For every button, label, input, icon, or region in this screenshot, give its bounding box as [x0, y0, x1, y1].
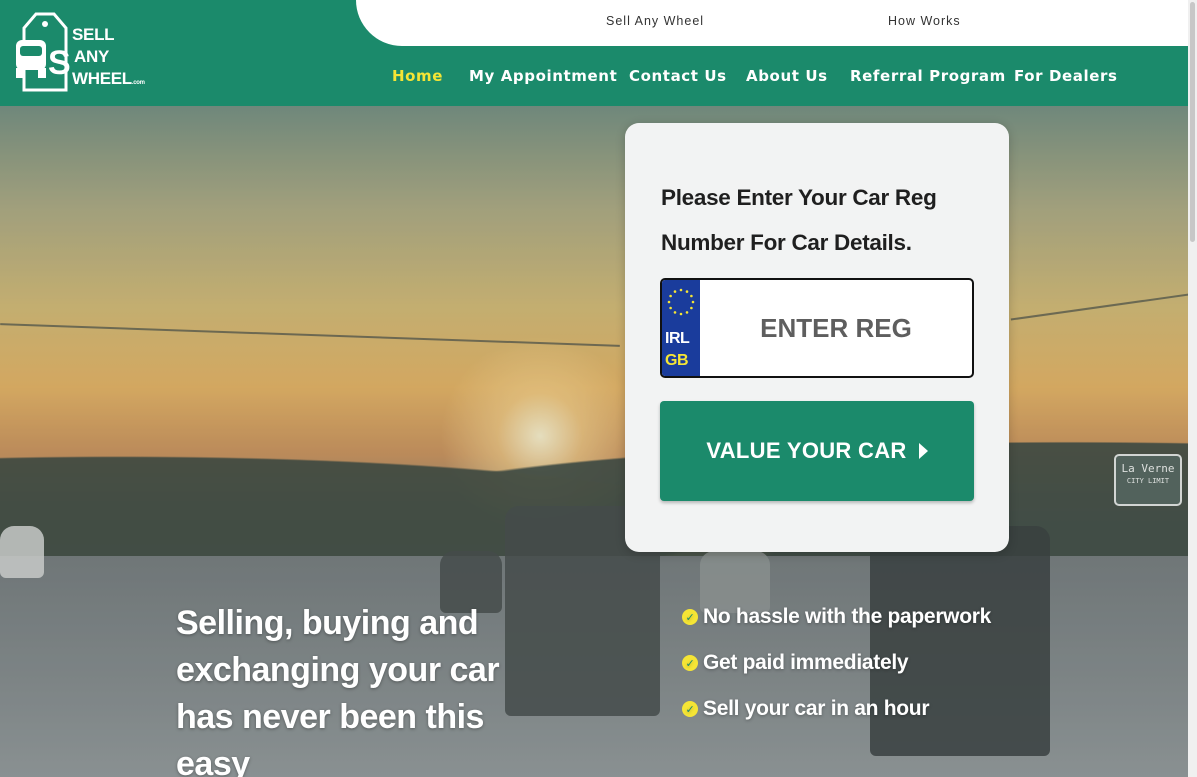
- nav-item-my-appointment[interactable]: My Appointment: [469, 67, 617, 85]
- nav-item-about-us[interactable]: About Us: [746, 67, 828, 85]
- valuation-card: Please Enter Your Car Reg Number For Car…: [625, 123, 1009, 552]
- checkmark-icon: ✓: [682, 701, 698, 717]
- logo-line-3-text: WHEEL: [72, 69, 132, 88]
- top-link-sell-any-wheel[interactable]: Sell Any Wheel: [606, 14, 704, 28]
- hero-section: La Verne CITY LIMIT Selling, buying and …: [0, 106, 1188, 777]
- logo-suffix: .com: [131, 80, 145, 86]
- hero-tagline: Selling, buying and exchanging your car …: [176, 604, 500, 777]
- page-scrollbar-thumb[interactable]: [1190, 2, 1195, 242]
- value-your-car-button[interactable]: VALUE YOUR CAR: [660, 401, 974, 501]
- play-arrow-icon: [918, 443, 928, 459]
- plate-country-code: IRL: [665, 330, 690, 347]
- logo-line-2: ANY: [74, 47, 109, 66]
- site-header: Sell Any Wheel How Works S SELL ANY WHEE…: [0, 0, 1188, 106]
- benefit-item: ✓ Get paid immediately: [682, 640, 991, 686]
- svg-text:S: S: [48, 44, 71, 82]
- benefits-list: ✓ No hassle with the paperwork ✓ Get pai…: [682, 594, 991, 732]
- car-tag-logo-icon: S: [16, 12, 71, 92]
- valuation-card-title: Please Enter Your Car Reg Number For Car…: [661, 185, 937, 255]
- nav-item-referral-program[interactable]: Referral Program: [850, 67, 1006, 85]
- eu-stars-icon: [667, 288, 695, 316]
- plate-country-code-secondary: GB: [665, 352, 689, 369]
- checkmark-icon: ✓: [682, 609, 698, 625]
- benefit-item: ✓ Sell your car in an hour: [682, 686, 991, 732]
- reg-number-input[interactable]: [700, 280, 972, 376]
- benefit-text: No hassle with the paperwork: [703, 605, 991, 628]
- checkmark-icon: ✓: [682, 655, 698, 671]
- reg-plate-field[interactable]: IRL GB: [660, 278, 974, 378]
- nav-item-home[interactable]: Home: [392, 67, 443, 85]
- nav-item-for-dealers[interactable]: For Dealers: [1014, 67, 1118, 85]
- logo-line-3: WHEEL.com: [72, 68, 145, 94]
- benefit-text: Get paid immediately: [703, 651, 909, 674]
- benefit-text: Sell your car in an hour: [703, 697, 930, 720]
- eu-plate-strip: IRL GB: [662, 280, 700, 376]
- value-button-label: VALUE YOUR CAR: [706, 438, 907, 463]
- logo-wordmark: SELL ANY WHEEL.com: [72, 24, 145, 94]
- logo-line-1: SELL: [72, 25, 115, 44]
- top-bar: Sell Any Wheel How Works: [356, 0, 1188, 46]
- nav-item-contact-us[interactable]: Contact Us: [629, 67, 727, 85]
- site-logo[interactable]: S SELL ANY WHEEL.com: [14, 10, 145, 96]
- benefit-item: ✓ No hassle with the paperwork: [682, 594, 991, 640]
- top-link-how-works[interactable]: How Works: [888, 14, 961, 28]
